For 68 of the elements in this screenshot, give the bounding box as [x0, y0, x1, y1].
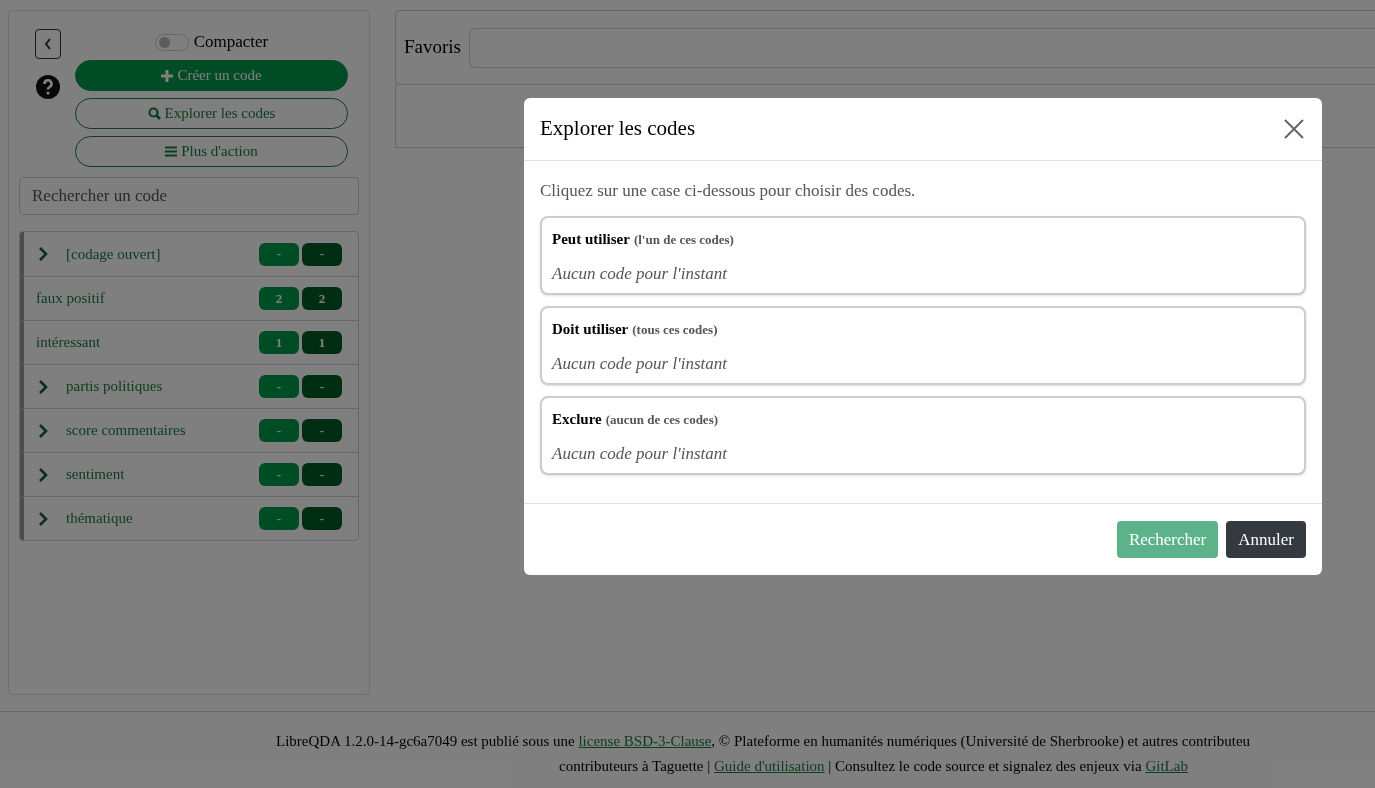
collapse-button[interactable] — [35, 29, 61, 59]
chevron-icon[interactable] — [38, 422, 48, 439]
toggle-label: Compacter — [193, 31, 269, 54]
chevron-icon[interactable] — [38, 466, 48, 483]
box-hint: (aucun de ces codes) — [605, 410, 718, 429]
code-name: thématique — [66, 509, 134, 529]
code-item[interactable]: [codage ouvert] - - — [20, 232, 358, 276]
code-name: sentiment — [66, 465, 126, 485]
empty-text: Aucun code pour l'instant — [552, 443, 729, 465]
count-badge: - — [259, 463, 299, 486]
compact-toggle[interactable] — [154, 33, 189, 51]
code-drop-box[interactable]: Doit utiliser (tous ces codes) Aucun code pour l'instant — [540, 305, 1306, 385]
code-name: partis politiques — [66, 377, 164, 397]
code-name: faux positif — [36, 289, 106, 309]
footer-text: contributeurs à Taguette | Guide d'utilisation | Consultez le code source et signalez des enjeux via GitLab — [558, 756, 1189, 776]
code-drop-box[interactable]: Exclure (aucun de ces codes) Aucun code pour l'instant — [540, 395, 1306, 475]
count-badge: - — [259, 419, 299, 442]
count-badge: - — [259, 507, 299, 530]
favorites-label: Favoris — [404, 35, 461, 60]
action-button[interactable]: Explorer les codes — [75, 98, 348, 129]
code-item[interactable]: thématique - - — [20, 496, 358, 540]
code-item[interactable]: sentiment - - — [20, 452, 358, 496]
count-badge: - — [302, 375, 342, 398]
action-button[interactable]: Créer un code — [75, 60, 348, 91]
chevron-left-icon — [43, 37, 53, 51]
chevron-icon[interactable] — [38, 378, 48, 395]
box-hint: (tous ces codes) — [632, 320, 718, 339]
code-name: [codage ouvert] — [66, 244, 162, 264]
footer-link[interactable]: Guide d'utilisation — [713, 757, 825, 774]
box-title: Exclure — [552, 409, 602, 429]
count-badge: - — [302, 419, 342, 442]
box-title: Doit utiliser — [552, 319, 629, 339]
empty-text: Aucun code pour l'instant — [552, 353, 729, 375]
count-badge: - — [302, 507, 342, 530]
count-badge: 1 — [302, 331, 342, 354]
code-item[interactable]: faux positif 2 2 — [20, 276, 358, 320]
count-badge: 2 — [259, 287, 299, 310]
empty-text: Aucun code pour l'instant — [552, 263, 729, 285]
chevron-icon[interactable] — [38, 510, 48, 527]
cancel-button[interactable]: Annuler — [1226, 521, 1306, 558]
menu-icon — [165, 146, 178, 157]
modal-title: Explorer les codes — [540, 115, 696, 143]
search-field[interactable]: Rechercher un code — [19, 177, 359, 215]
code-item[interactable]: partis politiques - - — [20, 364, 358, 408]
search-icon — [147, 107, 161, 120]
footer-link[interactable]: GitLab — [1145, 757, 1188, 774]
count-badge: 1 — [259, 331, 299, 354]
code-drop-box[interactable]: Peut utiliser (l'un de ces codes) Aucun code pour l'instant — [540, 215, 1306, 295]
code-item[interactable]: intéressant 1 1 — [20, 320, 358, 364]
favorites-field[interactable] — [469, 27, 1375, 68]
count-badge: - — [302, 463, 342, 486]
count-badge: 2 — [302, 287, 342, 310]
footer-text: LibreQDA 1.2.0-14-gc6a7049 est publié sous une license BSD-3-Clause, © Plateforme en humanités numériques (Université de Sherbrooke) et autres contributeu — [275, 732, 1252, 751]
instruction-text: Cliquez sur une case ci-dessous pour choisir des codes. — [540, 180, 917, 202]
help-icon[interactable] — [36, 75, 60, 99]
plus-icon — [161, 69, 174, 82]
code-name: score commentaires — [66, 421, 187, 441]
close-button[interactable] — [1282, 117, 1306, 141]
code-item[interactable]: score commentaires - - — [20, 408, 358, 452]
code-name: intéressant — [36, 333, 102, 353]
count-badge: - — [302, 242, 342, 266]
count-badge: - — [259, 242, 299, 266]
action-button[interactable]: Plus d'action — [75, 136, 348, 167]
chevron-icon[interactable] — [38, 246, 48, 262]
box-title: Peut utiliser — [552, 229, 630, 249]
box-hint: (l'un de ces codes) — [633, 230, 734, 249]
count-badge: - — [259, 375, 299, 398]
search-button[interactable]: Rechercher — [1116, 521, 1219, 558]
